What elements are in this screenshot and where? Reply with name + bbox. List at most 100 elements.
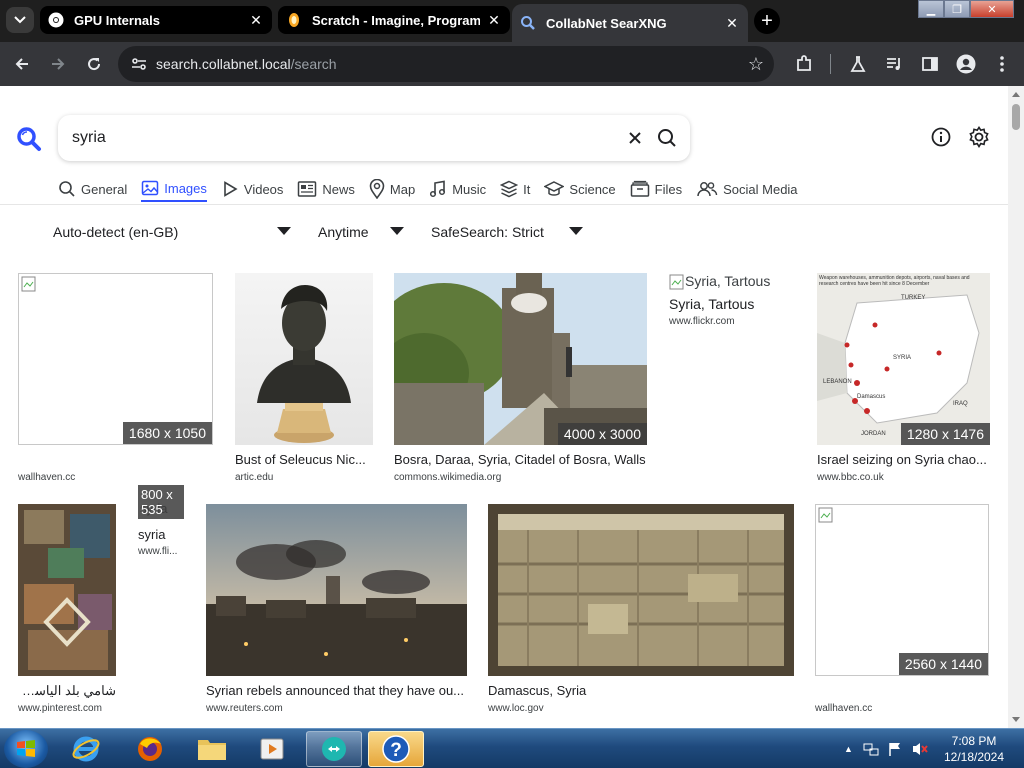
result-thumbnail[interactable] [18,504,116,676]
tab-close-icon[interactable]: ✕ [248,12,264,28]
chrome-menu-button[interactable] [990,52,1014,76]
result-title: Israel seizing on Syria chao... [817,452,987,467]
tab-title: GPU Internals [74,12,160,28]
reload-button[interactable] [82,52,106,76]
taskbar-clock[interactable]: 7:08 PM 12/18/2024 [936,733,1012,765]
time-range-dropdown-icon[interactable] [390,227,404,235]
volume-muted-icon[interactable] [911,741,929,757]
taskbar-firefox[interactable] [122,731,178,767]
windows-taskbar: ? ▲ 7:08 PM 12/18/2024 [0,728,1024,768]
result-title: Syrian rebels announced that they have o… [206,683,465,698]
tab-science[interactable]: Science [544,176,616,202]
tab-scratch[interactable]: Scratch - Imagine, Program, Sh ✕ [278,6,510,34]
teamviewer-icon [322,737,346,761]
help-icon: ? [382,735,410,763]
tab-title: Scratch - Imagine, Program, Sh [312,12,480,28]
searxng-icon [521,16,535,30]
tab-search-button[interactable] [6,7,34,33]
result-title: Bust of Seleucus Nic... [235,452,366,467]
image-alt-text: Syria, Tartous [685,273,771,289]
forward-button[interactable] [46,52,70,76]
tab-music[interactable]: Music [429,176,486,202]
action-center-flag-icon[interactable] [887,741,903,757]
tab-videos[interactable]: Videos [221,176,283,202]
tab-files[interactable]: Files [630,176,682,202]
tab-social-media[interactable]: Social Media [696,176,798,202]
close-icon [629,132,641,144]
search-input[interactable] [72,125,592,151]
labs-button[interactable] [846,52,870,76]
profile-button[interactable] [954,52,978,76]
time-range-select[interactable]: Anytime [318,222,369,242]
gear-icon [969,126,989,148]
media-control-button[interactable] [882,52,906,76]
clear-search-button[interactable] [624,127,646,149]
safesearch-select[interactable]: SafeSearch: Strict [431,222,544,242]
map-label-turkey: TURKEY [901,295,926,301]
media-player-icon [260,738,284,760]
start-button[interactable] [4,730,48,768]
tab-images[interactable]: Images [141,176,207,202]
new-tab-button[interactable]: + [754,8,780,34]
site-info-icon[interactable] [128,53,150,75]
language-dropdown-icon[interactable] [277,227,291,235]
taskbar-help[interactable]: ? [368,731,424,767]
newspaper-icon [298,181,317,197]
chrome-icon [48,12,64,28]
result-thumbnail[interactable]: syria 800 x 535 [138,481,184,519]
account-icon [956,54,976,74]
result-thumbnail[interactable]: Weapon warehouses, ammunition depots, ai… [817,273,990,445]
address-bar[interactable]: search.collabnet.local/search ☆ [118,46,774,82]
result-thumbnail[interactable] [488,504,794,676]
tab-map[interactable]: Map [369,176,415,202]
safesearch-dropdown-icon[interactable] [569,227,583,235]
show-hidden-icons-icon[interactable]: ▲ [844,744,853,754]
searxng-logo-icon[interactable] [16,126,42,152]
browser-toolbar: search.collabnet.local/search ☆ [0,42,1024,86]
extensions-button[interactable] [792,52,816,76]
result-thumbnail[interactable]: 4000 x 3000 [394,273,647,445]
result-thumbnail[interactable] [235,273,373,445]
tab-it[interactable]: It [500,176,530,202]
playlist-icon [887,58,900,70]
result-title: syria [138,527,166,542]
tab-news[interactable]: News [297,176,355,202]
tab-close-icon[interactable]: ✕ [486,12,502,28]
page-scrollbar[interactable] [1008,86,1024,728]
map-label-syria: SYRIA [893,355,912,361]
search-box [58,115,690,161]
taskbar-teamviewer[interactable] [306,731,362,767]
tab-label: Social Media [723,181,798,197]
result-thumbnail[interactable] [206,504,467,676]
result-thumbnail[interactable]: 2560 x 1440 [815,504,989,676]
taskbar-media-player[interactable] [244,731,300,767]
scroll-down-arrow-icon[interactable] [1012,717,1020,722]
tab-general[interactable]: General [58,176,127,202]
taskbar-file-explorer[interactable] [184,731,240,767]
minimize-button[interactable]: ▁ [918,0,944,18]
layers-icon [500,180,519,198]
reload-icon [88,58,101,71]
preferences-button[interactable] [968,126,990,148]
network-icon[interactable] [863,741,879,757]
tab-label: General [81,181,128,197]
info-button[interactable] [930,126,952,148]
tab-close-icon[interactable]: ✕ [724,15,740,31]
maximize-button[interactable]: ❐ [944,0,970,18]
scroll-thumb[interactable] [1012,104,1020,130]
scroll-up-arrow-icon[interactable] [1012,92,1020,97]
tab-collabnet-searxng[interactable]: CollabNet SearXNG ✕ [512,4,748,42]
bookmark-star-icon[interactable]: ☆ [748,54,764,75]
taskbar-internet-explorer[interactable] [58,731,114,767]
close-window-button[interactable]: ✕ [970,0,1014,18]
result-thumbnail[interactable]: 1680 x 1050 [18,273,213,445]
side-panel-button[interactable] [918,52,942,76]
more-vertical-icon [1000,56,1004,72]
tab-label: Music [452,181,487,197]
tab-gpu-internals[interactable]: GPU Internals ✕ [40,6,272,34]
search-submit-button[interactable] [656,127,678,149]
result-thumbnail[interactable]: Syria, Tartous [669,273,799,293]
language-select[interactable]: Auto-detect (en-GB) [53,222,178,242]
tab-label: Map [389,181,416,197]
back-button[interactable] [10,52,34,76]
